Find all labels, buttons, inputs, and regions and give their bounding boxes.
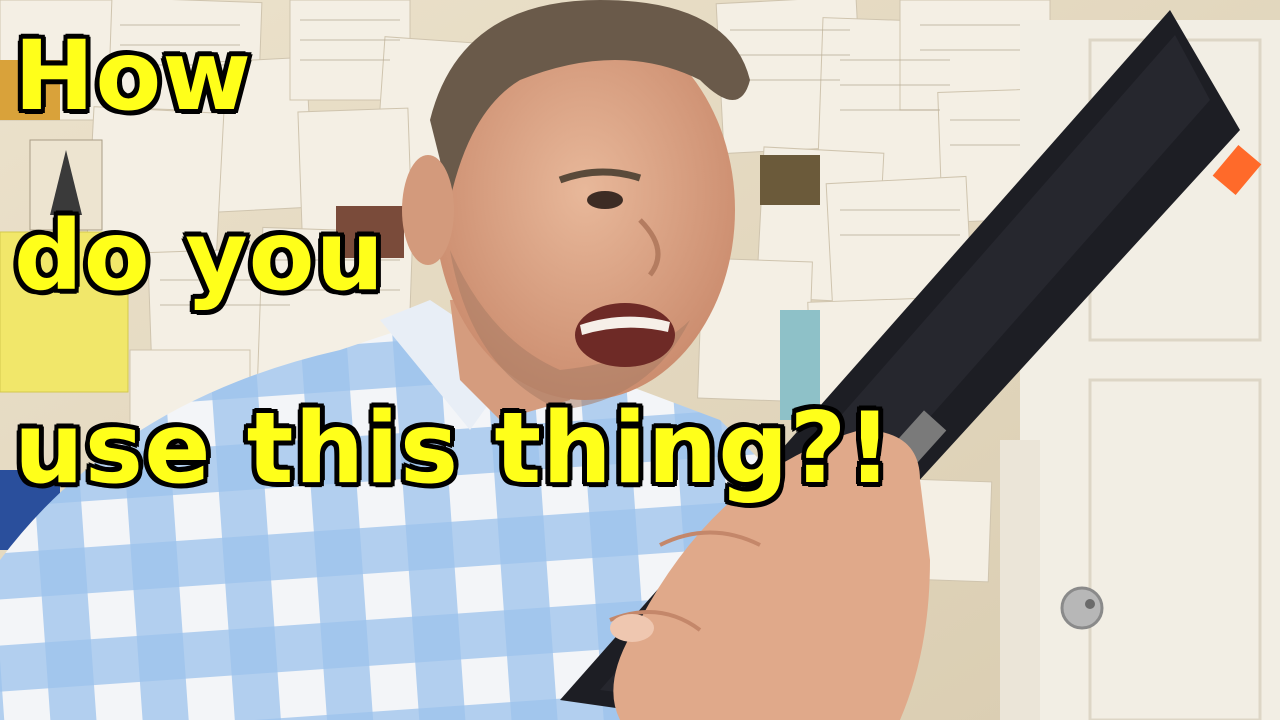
- caption-line-3: use this thing?!: [14, 392, 894, 506]
- eye: [587, 191, 623, 209]
- open-mouth: [575, 303, 675, 367]
- thumbnail-scene: How do you use this thing?!: [0, 0, 1280, 720]
- caption-line-2: do you: [14, 200, 385, 312]
- door-frame: [1000, 440, 1040, 720]
- fingernail: [610, 614, 654, 642]
- door-lock: [1085, 599, 1095, 609]
- caption-line-1: How: [14, 20, 252, 132]
- ear: [402, 155, 454, 265]
- door-knob: [1060, 586, 1104, 630]
- portrait-drawing: [760, 155, 820, 205]
